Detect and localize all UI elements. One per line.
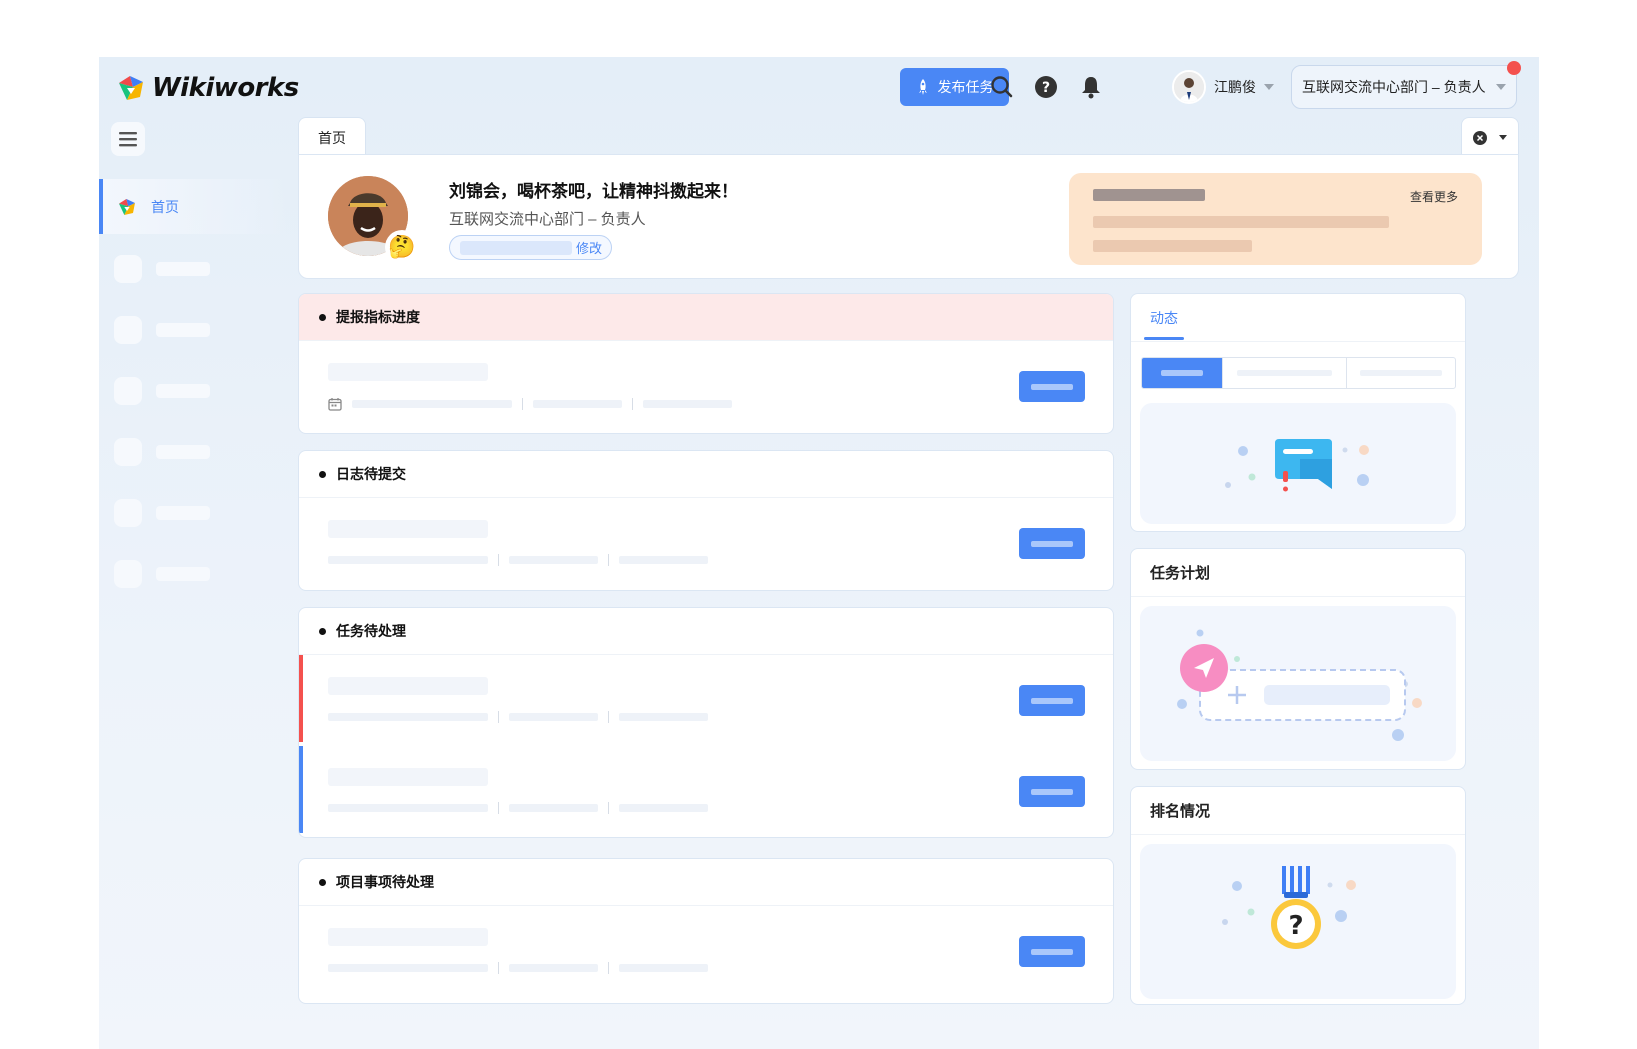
task-plan-panel: 任务计划 — [1130, 548, 1466, 770]
priority-flag-red — [299, 655, 303, 742]
action-button[interactable] — [1019, 936, 1085, 967]
sidebar-item[interactable] — [114, 315, 224, 345]
svg-text:?: ? — [1288, 911, 1303, 941]
list-item[interactable] — [299, 341, 1113, 428]
notice-line-placeholder — [1093, 240, 1252, 252]
section-header: 项目事项待处理 — [299, 859, 1113, 906]
logo[interactable]: Wikiworks — [116, 70, 299, 106]
tab-activity[interactable]: 动态 — [1150, 308, 1178, 328]
sidebar-item[interactable] — [114, 376, 224, 406]
activity-filter — [1141, 357, 1456, 389]
filter-option[interactable] — [1347, 358, 1455, 388]
app-window: Wikiworks 发布任务 ? 江鹏俊 互联网交流中心部门 – 负责人 首页 … — [99, 57, 1539, 1049]
section-title: 日志待提交 — [336, 466, 406, 482]
view-more-link[interactable]: 查看更多 — [1410, 188, 1458, 205]
sidebar-item[interactable] — [114, 559, 224, 589]
section-title: 项目事项待处理 — [336, 874, 434, 890]
tab-home[interactable]: 首页 — [298, 117, 366, 157]
mood-emoji[interactable]: 🤔 — [385, 230, 419, 264]
filter-option[interactable] — [1223, 358, 1347, 388]
help-icon[interactable]: ? — [1032, 73, 1060, 101]
logo-text: Wikiworks — [152, 73, 299, 103]
chevron-down-icon — [1496, 84, 1506, 90]
chevron-down-icon[interactable] — [1499, 135, 1507, 140]
bullet-icon — [319, 878, 326, 886]
empty-state — [1140, 403, 1456, 524]
rocket-icon — [918, 79, 927, 95]
empty-state: ? — [1140, 844, 1456, 999]
sidebar-item[interactable] — [114, 498, 224, 528]
edit-label: 修改 — [576, 241, 603, 256]
hamburger-icon — [119, 132, 137, 147]
signature-placeholder — [460, 240, 572, 255]
filter-option[interactable] — [1142, 358, 1224, 388]
section-project-items: 项目事项待处理 — [298, 858, 1114, 1004]
ranking-panel: 排名情况 ? — [1130, 786, 1466, 1005]
bullet-icon — [319, 470, 326, 478]
section-title: 任务待处理 — [336, 623, 406, 639]
greeting-text: 刘锦会，喝杯茶吧，让精神抖擞起来！ — [449, 182, 738, 201]
action-button[interactable] — [1019, 528, 1085, 559]
panel-title: 排名情况 — [1131, 787, 1465, 835]
edit-signature-button[interactable]: 修改 — [449, 235, 612, 260]
close-icon[interactable] — [1473, 130, 1487, 145]
bullet-icon — [319, 627, 326, 635]
section-header: 日志待提交 — [299, 451, 1113, 498]
user-menu[interactable]: 江鹏俊 — [1172, 69, 1274, 105]
list-item[interactable] — [299, 906, 1113, 993]
notice-title-placeholder — [1093, 189, 1205, 201]
medal-icon: ? — [1222, 866, 1356, 949]
menu-toggle-button[interactable] — [111, 122, 145, 156]
action-button[interactable] — [1019, 371, 1085, 402]
list-item[interactable] — [299, 746, 1113, 833]
department-select[interactable]: 互联网交流中心部门 – 负责人 — [1291, 65, 1517, 109]
notice-card: 查看更多 — [1069, 173, 1482, 265]
section-log-pending: 日志待提交 — [298, 450, 1114, 591]
bell-icon[interactable] — [1077, 73, 1105, 101]
tab-indicator — [1144, 337, 1184, 340]
chevron-down-icon — [1264, 84, 1274, 90]
department-select-value: 互联网交流中心部门 – 负责人 — [1302, 79, 1486, 95]
sidebar-item[interactable] — [114, 437, 224, 467]
action-button[interactable] — [1019, 776, 1085, 807]
list-item[interactable] — [299, 655, 1113, 742]
section-header: 任务待处理 — [299, 608, 1113, 655]
notification-dot — [1507, 61, 1521, 75]
svg-text:?: ? — [1042, 80, 1050, 96]
calendar-icon — [328, 398, 342, 411]
user-department: 互联网交流中心部门 – 负责人 — [449, 211, 646, 228]
action-button[interactable] — [1019, 685, 1085, 716]
avatar — [1172, 70, 1206, 104]
empty-state — [1140, 606, 1456, 761]
panel-title: 任务计划 — [1131, 549, 1465, 597]
empty-message-icon — [1225, 439, 1369, 492]
welcome-card: 🤔 刘锦会，喝杯茶吧，让精神抖擞起来！ 互联网交流中心部门 – 负责人 修改 查… — [298, 154, 1519, 279]
activity-panel: 动态 — [1130, 293, 1466, 532]
logo-icon — [119, 76, 143, 100]
bullet-icon — [319, 313, 326, 321]
section-title: 提报指标进度 — [336, 309, 420, 325]
sidebar-item[interactable] — [114, 254, 224, 284]
search-icon[interactable] — [988, 73, 1016, 101]
tab-actions[interactable] — [1461, 117, 1519, 157]
plan-add-icon — [1177, 629, 1422, 741]
priority-flag-blue — [299, 746, 303, 833]
sidebar-item-label: 首页 — [151, 198, 179, 215]
sidebar-item-home[interactable]: 首页 — [99, 179, 289, 234]
home-logo-icon — [119, 198, 135, 215]
user-name: 江鹏俊 — [1214, 79, 1256, 95]
section-header: 提报指标进度 — [299, 294, 1113, 341]
list-item[interactable] — [299, 498, 1113, 585]
section-indicator-progress: 提报指标进度 — [298, 293, 1114, 434]
publish-task-label: 发布任务 — [937, 79, 994, 95]
section-tasks-pending: 任务待处理 — [298, 607, 1114, 838]
notice-line-placeholder — [1093, 216, 1389, 228]
